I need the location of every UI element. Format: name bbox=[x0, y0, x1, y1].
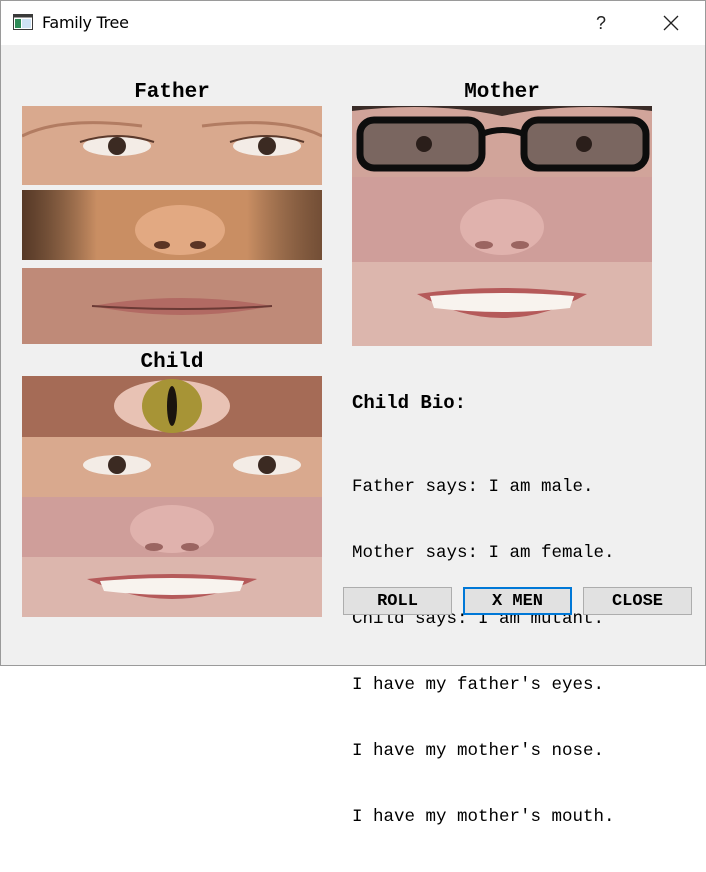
xmen-button[interactable]: X MEN bbox=[463, 587, 572, 615]
roll-button[interactable]: ROLL bbox=[343, 587, 452, 615]
bio-line: I have my father's eyes. bbox=[352, 675, 605, 695]
child-label: Child bbox=[140, 351, 204, 374]
close-icon bbox=[663, 15, 679, 31]
bio-line: I have my mother's nose. bbox=[352, 741, 605, 761]
father-mouth-image bbox=[22, 268, 322, 344]
father-label: Father bbox=[134, 81, 210, 104]
title-bar[interactable]: Family Tree ? bbox=[1, 1, 705, 45]
help-button[interactable]: ? bbox=[584, 1, 618, 45]
child-mouth-image bbox=[22, 557, 322, 617]
child-bio-title: Child Bio: bbox=[352, 392, 467, 414]
family-tree-window: Family Tree ? Father Mother Child Child … bbox=[0, 0, 706, 827]
child-nose-image bbox=[22, 497, 322, 557]
bio-line: Father says: I am male. bbox=[352, 477, 594, 497]
close-window-button[interactable] bbox=[651, 1, 691, 45]
close-button[interactable]: CLOSE bbox=[583, 587, 692, 615]
child-mutant-eye-image bbox=[22, 376, 322, 437]
mother-nose-image bbox=[352, 177, 652, 262]
window-title: Family Tree bbox=[42, 13, 129, 32]
bio-line: I have my mother's mouth. bbox=[352, 807, 615, 827]
father-eyes-image bbox=[22, 106, 322, 185]
child-bio-text: Father says: I am male. Mother says: I a… bbox=[352, 432, 615, 872]
father-nose-image bbox=[22, 190, 322, 260]
mother-eyes-image bbox=[352, 106, 652, 177]
app-window-icon bbox=[13, 14, 33, 30]
mother-label: Mother bbox=[464, 81, 540, 104]
mother-mouth-image bbox=[352, 262, 652, 346]
child-eyes-image bbox=[22, 437, 322, 497]
bio-line: Mother says: I am female. bbox=[352, 543, 615, 563]
